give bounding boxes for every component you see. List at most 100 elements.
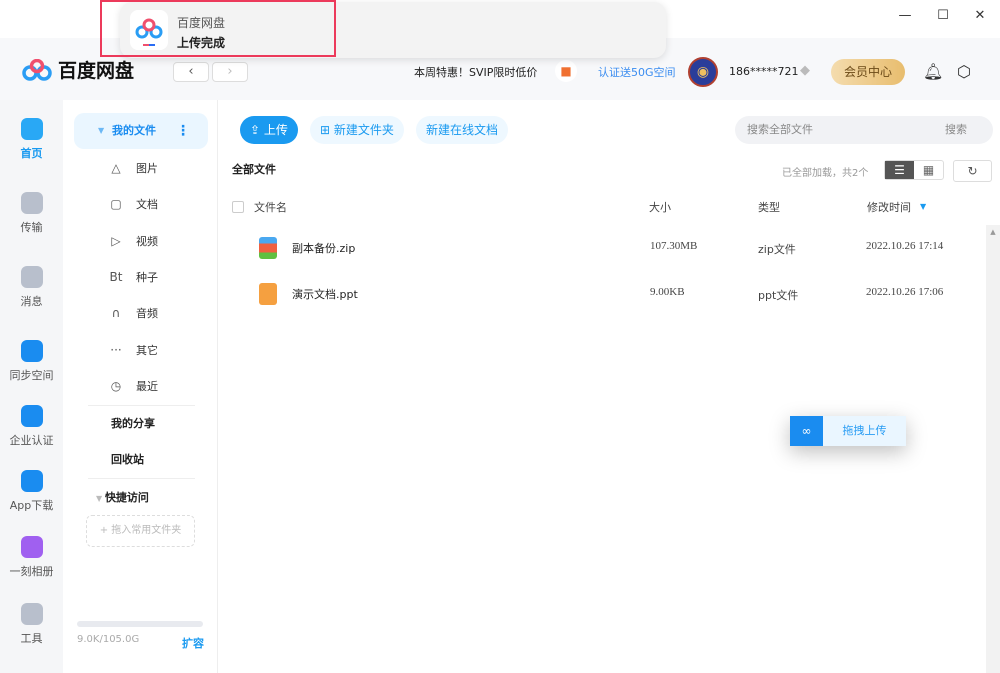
logo: 百度网盘 (22, 56, 134, 83)
new-folder-button[interactable]: ⊞ 新建文件夹 (310, 116, 404, 144)
rail-label: 传输 (20, 221, 43, 234)
forward-button[interactable]: › (212, 62, 248, 82)
more-icon[interactable]: ⋮ (176, 113, 190, 149)
file-type: ppt文件 (758, 289, 799, 302)
search-button[interactable]: 搜索 (945, 116, 967, 144)
refresh-icon[interactable]: ↻ (953, 160, 992, 182)
caret-down-icon: ▼ (96, 494, 105, 503)
category-icon: ··· (110, 342, 122, 357)
upload-button[interactable]: ⇪ 上传 (240, 116, 298, 144)
search-input[interactable]: 搜索全部文件 搜索 (735, 116, 993, 144)
rail-label: 同步空间 (9, 369, 54, 382)
upload-label: 上传 (263, 123, 288, 137)
drag-upload-label: 拖拽上传 (823, 416, 906, 446)
drag-upload-widget[interactable]: ∞ 拖拽上传 (790, 416, 906, 446)
rail-item-4[interactable]: 企业认证 (0, 405, 63, 448)
minimize-button[interactable]: — (893, 8, 917, 30)
rail-label: 企业认证 (9, 434, 54, 447)
sidebar-item-recycle[interactable]: 回收站 (111, 451, 144, 467)
file-modified: 2022.10.26 17:06 (866, 286, 944, 298)
select-all-checkbox[interactable] (232, 201, 244, 213)
drop-folder-zone[interactable]: + 拖入常用文件夹 (86, 515, 195, 547)
folder-plus-icon: ⊞ (320, 123, 334, 137)
rail-item-0[interactable]: 首页 (0, 118, 63, 161)
category-label: 视频 (136, 234, 158, 248)
new-doc-button[interactable]: 新建在线文档 (416, 116, 509, 144)
rail-label: 首页 (20, 147, 43, 160)
column-header-name[interactable]: 文件名 (254, 199, 287, 215)
rail-icon (20, 536, 43, 558)
list-view-icon[interactable]: ☰ (885, 161, 914, 179)
baidu-cloud-icon (22, 58, 52, 81)
sidebar-item-category[interactable]: △ 图片 (108, 160, 158, 176)
highlight-box (100, 0, 336, 57)
category-label: 其它 (136, 343, 158, 357)
quick-access-toggle[interactable]: ▼ 快捷访问 (96, 489, 149, 505)
category-icon: ▢ (110, 197, 122, 212)
sidebar-item-category[interactable]: ▢ 文档 (108, 196, 158, 212)
back-button[interactable]: ‹ (173, 62, 209, 82)
logo-text: 百度网盘 (58, 60, 135, 82)
rail-item-5[interactable]: App下载 (0, 470, 63, 513)
rail-item-6[interactable]: 一刻相册 (0, 536, 63, 579)
my-files-label: 我的文件 (112, 124, 156, 137)
sort-icon[interactable]: ▼ (920, 202, 926, 211)
category-icon: ∩ (111, 306, 121, 321)
baidu-cloud-icon: ∞ (790, 416, 823, 446)
table-row[interactable]: 副本备份.zip 107.30MB zip文件 2022.10.26 17:14 (228, 228, 984, 268)
column-header-type[interactable]: 类型 (758, 199, 780, 215)
sidebar-item-category[interactable]: Bt 种子 (108, 269, 158, 285)
rail-label: 消息 (20, 295, 43, 308)
bell-icon[interactable]: 🔔︎ (923, 62, 943, 81)
category-label: 图片 (136, 162, 158, 175)
category-icon: ◷ (110, 378, 122, 393)
grid-view-icon[interactable]: ▦ (914, 161, 943, 179)
file-name[interactable]: 副本备份.zip (292, 240, 355, 256)
promo-link[interactable]: 本周特惠！SVIP限时低价 (414, 64, 537, 80)
sidebar-item-category[interactable]: ∩ 音频 (108, 305, 158, 321)
table-row[interactable]: 演示文档.ppt 9.00KB ppt文件 2022.10.26 17:06 (228, 274, 984, 314)
rail-label: 一刻相册 (9, 565, 54, 578)
category-label: 音频 (136, 307, 158, 321)
settings-icon[interactable]: ⬡ (957, 62, 971, 81)
quota-bar (77, 621, 203, 627)
column-header-size[interactable]: 大小 (649, 199, 671, 215)
sidebar-item-my-files[interactable]: ▼ 我的文件 ⋮ (74, 113, 208, 149)
avatar[interactable]: ◉ (688, 57, 718, 87)
column-header-modified[interactable]: 修改时间 (867, 199, 911, 215)
close-button[interactable]: ✕ (968, 8, 992, 30)
rail-icon (20, 470, 43, 492)
sidebar-item-category[interactable]: ▷ 视频 (108, 233, 158, 249)
quick-access-label: 快捷访问 (104, 491, 149, 504)
file-name[interactable]: 演示文档.ppt (292, 286, 358, 302)
file-modified: 2022.10.26 17:14 (866, 240, 944, 252)
gift-icon[interactable]: ■ (555, 60, 577, 82)
vip-center-button[interactable]: 会员中心 (831, 59, 905, 85)
maximize-button[interactable]: ☐ (931, 8, 955, 30)
sidebar-item-my-share[interactable]: 我的分享 (111, 415, 155, 431)
category-icon: △ (111, 161, 121, 175)
sidebar-item-category[interactable]: ··· 其它 (108, 342, 158, 358)
rail-icon (20, 266, 43, 288)
category-icon: ▷ (111, 233, 121, 248)
diamond-icon[interactable]: ◆ (800, 63, 810, 78)
rail-icon (20, 192, 43, 214)
rail-item-2[interactable]: 消息 (0, 266, 63, 309)
rail-item-3[interactable]: 同步空间 (0, 340, 63, 383)
rail-item-1[interactable]: 传输 (0, 192, 63, 235)
caret-down-icon: ▼ (98, 126, 105, 135)
search-placeholder: 搜索全部文件 (747, 123, 813, 136)
sidebar-item-category[interactable]: ◷ 最近 (108, 378, 158, 394)
cert-link[interactable]: 认证送50G空间 (598, 64, 676, 80)
rail-icon (20, 340, 43, 362)
category-label: 最近 (136, 379, 158, 393)
divider (88, 405, 195, 406)
file-size: 107.30MB (650, 240, 698, 252)
rail-item-7[interactable]: 工具 (0, 603, 63, 646)
icon-rail (0, 100, 63, 673)
username[interactable]: 186*****721 (729, 65, 799, 78)
scroll-up-icon[interactable]: ▲ (986, 228, 1000, 236)
scrollbar[interactable]: ▲ (986, 225, 1000, 673)
expand-link[interactable]: 扩容 (182, 635, 204, 651)
file-type: zip文件 (758, 243, 796, 256)
